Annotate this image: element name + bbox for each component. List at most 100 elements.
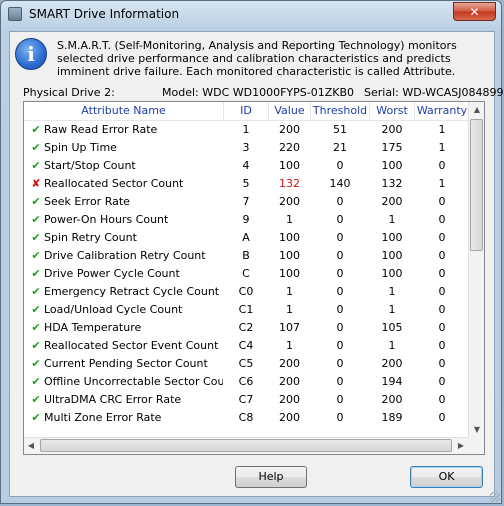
attribute-value: 1	[286, 213, 293, 226]
attribute-worst: 132	[381, 177, 403, 190]
attribute-id: C6	[238, 375, 254, 388]
scroll-down-icon[interactable]: ▼	[470, 422, 484, 438]
attribute-worst: 200	[381, 357, 403, 370]
attribute-warranty: 0	[438, 393, 446, 406]
attribute-worst: 100	[381, 231, 403, 244]
attribute-name-cell: ✔ Seek Error Rate	[24, 193, 223, 211]
attribute-warranty: 0	[438, 159, 446, 172]
table-row[interactable]: ✔ Current Pending Sector Count C5 200 0 200 0	[24, 355, 469, 373]
attribute-name: Drive Calibration Retry Count	[44, 249, 206, 262]
resize-grip[interactable]	[490, 492, 500, 502]
ok-button[interactable]: OK	[410, 466, 483, 488]
horizontal-scroll-thumb[interactable]	[40, 439, 452, 452]
attribute-worst: 100	[381, 249, 403, 262]
attribute-value: 100	[279, 159, 300, 172]
table-row[interactable]: ✔ HDA Temperature C2 107 0 105 0	[24, 319, 469, 337]
attribute-value: 107	[279, 321, 300, 334]
attribute-name-cell: ✔ Spin Retry Count	[24, 229, 223, 247]
attribute-threshold: 0	[336, 411, 344, 424]
attribute-threshold: 0	[336, 195, 344, 208]
attribute-threshold: 140	[329, 177, 351, 190]
attribute-worst: 200	[381, 195, 403, 208]
attribute-warranty: 1	[438, 123, 446, 136]
ok-checkmark-icon: ✔	[31, 285, 41, 298]
column-header-threshold[interactable]: Threshold	[311, 102, 370, 120]
table-row[interactable]: ✘ Reallocated Sector Count 5 132 140 132 1	[24, 175, 469, 193]
attribute-worst: 194	[381, 375, 403, 388]
attribute-worst: 1	[388, 303, 396, 316]
table-row[interactable]: ✔ UltraDMA CRC Error Rate C7 200 0 200 0	[24, 391, 469, 409]
attribute-worst: 1	[388, 285, 396, 298]
attribute-id: B	[242, 249, 250, 262]
table-row[interactable]: ✔ Raw Read Error Rate 1 200 51 200 1	[24, 121, 469, 139]
attribute-threshold: 0	[336, 285, 344, 298]
attribute-id: 1	[242, 123, 250, 136]
attribute-worst: 105	[381, 321, 403, 334]
table-row[interactable]: ✔ Spin Up Time 3 220 21 175 1	[24, 139, 469, 157]
table-row[interactable]: ✔ Reallocated Sector Event Count C4 1 0 1 0	[24, 337, 469, 355]
attribute-id: 5	[242, 177, 250, 190]
table-row[interactable]: ✔ Load/Unload Cycle Count C1 1 0 1 0	[24, 301, 469, 319]
ok-checkmark-icon: ✔	[31, 339, 41, 352]
attribute-id: 4	[242, 159, 250, 172]
attribute-name: Reallocated Sector Event Count	[44, 339, 219, 352]
attribute-value: 200	[279, 123, 300, 136]
title-bar[interactable]: SMART Drive Information ✕	[1, 1, 501, 29]
table-row[interactable]: ✔ Spin Retry Count A 100 0 100 0	[24, 229, 469, 247]
attribute-id: 7	[242, 195, 250, 208]
attribute-name: HDA Temperature	[44, 321, 142, 334]
drive-model: Model: WDC WD1000FYPS-01ZKB0	[162, 86, 355, 99]
attribute-threshold: 0	[336, 357, 344, 370]
column-header-value[interactable]: Value	[269, 102, 311, 120]
vertical-scroll-thumb[interactable]	[470, 119, 483, 251]
window-title: SMART Drive Information	[29, 7, 180, 21]
attribute-warranty: 0	[438, 411, 446, 424]
attribute-name-cell: ✔ HDA Temperature	[24, 319, 223, 337]
table-row[interactable]: ✔ Emergency Retract Cycle Count C0 1 0 1 0	[24, 283, 469, 301]
table-row[interactable]: ✔ Drive Power Cycle Count C 100 0 100 0	[24, 265, 469, 283]
scroll-right-icon[interactable]: ▶	[454, 438, 468, 454]
table-row[interactable]: ✔ Drive Calibration Retry Count B 100 0 100 0	[24, 247, 469, 265]
attribute-name: Spin Retry Count	[44, 231, 137, 244]
attribute-value: 200	[279, 357, 300, 370]
attribute-id: C2	[238, 321, 254, 334]
table-row[interactable]: ✔ Seek Error Rate 7 200 0 200 0	[24, 193, 469, 211]
attribute-worst: 200	[381, 393, 403, 406]
attribute-name: Spin Up Time	[44, 141, 117, 154]
attribute-warranty: 0	[438, 357, 446, 370]
vertical-scrollbar[interactable]: ▲ ▼	[468, 102, 484, 454]
ok-checkmark-icon: ✔	[31, 321, 41, 334]
ok-checkmark-icon: ✔	[31, 375, 41, 388]
attribute-id: C	[242, 267, 250, 280]
table-row[interactable]: ✔ Multi Zone Error Rate C8 200 0 189 0	[24, 409, 469, 427]
table-row[interactable]: ✔ Start/Stop Count 4 100 0 100 0	[24, 157, 469, 175]
close-button[interactable]: ✕	[453, 2, 496, 21]
attribute-value: 100	[279, 231, 300, 244]
attribute-value: 100	[279, 267, 300, 280]
column-header-worst[interactable]: Worst	[370, 102, 415, 120]
attribute-worst: 175	[381, 141, 403, 154]
column-header-id[interactable]: ID	[224, 102, 269, 120]
attribute-id: C0	[238, 285, 254, 298]
table-row[interactable]: ✔ Power-On Hours Count 9 1 0 1 0	[24, 211, 469, 229]
horizontal-scrollbar[interactable]: ◀ ▶	[24, 437, 469, 454]
ok-checkmark-icon: ✔	[31, 231, 41, 244]
scroll-left-icon[interactable]: ◀	[24, 438, 38, 454]
attribute-name: Power-On Hours Count	[44, 213, 169, 226]
attribute-worst: 1	[388, 213, 396, 226]
scroll-up-icon[interactable]: ▲	[470, 102, 484, 118]
ok-checkmark-icon: ✔	[31, 195, 41, 208]
ok-checkmark-icon: ✔	[31, 303, 41, 316]
attribute-value: 1	[286, 285, 293, 298]
ok-checkmark-icon: ✔	[31, 123, 41, 136]
attribute-warranty: 0	[438, 231, 446, 244]
attribute-id: C4	[238, 339, 254, 352]
column-header-attribute-name[interactable]: Attribute Name	[24, 102, 224, 120]
info-icon: i	[15, 38, 47, 70]
table-row[interactable]: ✔ Offline Uncorrectable Sector Count C6 200…	[24, 373, 469, 391]
table-body: ✔ Raw Read Error Rate 1 200 51 200 1 ✔ Spin Up T…	[24, 121, 469, 427]
help-button[interactable]: Help	[235, 466, 307, 488]
attribute-value: 220	[279, 141, 300, 154]
attribute-id: 3	[242, 141, 250, 154]
column-header-warranty[interactable]: Warranty	[415, 102, 469, 120]
